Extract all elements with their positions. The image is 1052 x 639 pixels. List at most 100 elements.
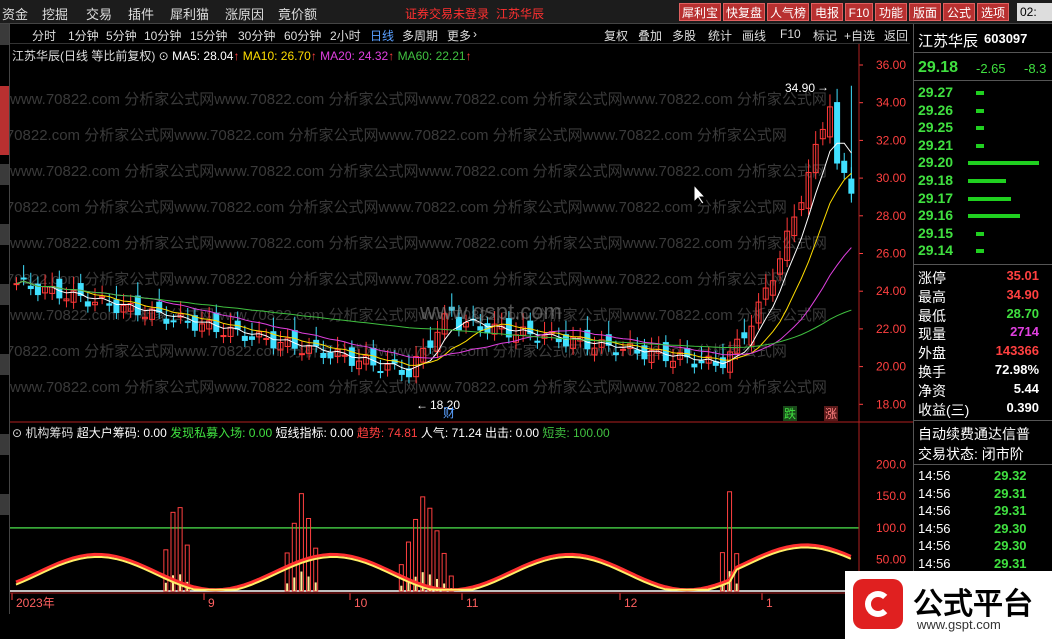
side-tab[interactable] xyxy=(0,494,9,516)
ind-item-3: 短线指标: 0.00 xyxy=(275,426,354,440)
mark-button[interactable]: 标记 xyxy=(813,27,837,44)
side-tab[interactable] xyxy=(0,164,9,186)
indicator-legend: ⊙ 机构筹码 超大户筹码: 0.00 发现私募入场: 0.00 短线指标: 0.… xyxy=(12,424,610,441)
divider xyxy=(914,52,1052,53)
price-tick: 32.00 xyxy=(876,133,906,147)
options-button[interactable]: 选项 xyxy=(977,3,1009,21)
more-chevron-icon[interactable]: › xyxy=(473,27,477,41)
tick-row: 14:56 29.31 xyxy=(918,486,1052,504)
watermark-text: www.70822.com 分析家公式网www.70822.com 分析家公式网… xyxy=(10,199,787,216)
menu-xilimao[interactable]: 犀利猫 xyxy=(170,4,209,23)
orderbook-row[interactable]: 29.20 xyxy=(918,154,1052,172)
layout-button[interactable]: 版面 xyxy=(909,3,941,21)
f10-tool-button[interactable]: F10 xyxy=(780,27,801,41)
quick-review-button[interactable]: 快复盘 xyxy=(723,3,765,21)
adjust-button[interactable]: 复权 xyxy=(604,27,628,44)
candle-body xyxy=(184,320,191,323)
divider xyxy=(914,464,1052,465)
orderbook-row[interactable]: 29.16 xyxy=(918,207,1052,225)
overlay-button[interactable]: 叠加 xyxy=(638,27,662,44)
candle-body xyxy=(534,340,541,343)
menu-auction[interactable]: 竟价额 xyxy=(278,4,317,23)
side-tab[interactable] xyxy=(0,224,9,246)
orderbook-row[interactable]: 29.26 xyxy=(918,102,1052,120)
draw-line-button[interactable]: 画线 xyxy=(742,27,766,44)
add-watchlist-button[interactable]: +自选 xyxy=(844,27,875,44)
stat-label: 涨停 xyxy=(918,270,946,286)
chart-area[interactable]: www.70822.com 分析家公式网www.70822.com 分析家公式网… xyxy=(10,44,913,614)
price-change-pct: -8.3 xyxy=(1024,61,1047,76)
multi-stock-button[interactable]: 多股 xyxy=(672,27,696,44)
menu-plugins[interactable]: 插件 xyxy=(128,4,154,23)
settings-circle-icon[interactable]: ⊙ xyxy=(12,426,25,440)
orderbook-price: 29.18 xyxy=(918,172,954,188)
function-button[interactable]: 功能 xyxy=(875,3,907,21)
tick-price: 29.32 xyxy=(994,468,1027,483)
stat-value: 28.70 xyxy=(1006,305,1039,321)
statistics-button[interactable]: 统计 xyxy=(708,27,732,44)
indicator-name[interactable]: 机构筹码 xyxy=(25,426,73,440)
side-tab-active[interactable] xyxy=(0,86,9,156)
xilibao-button[interactable]: 犀利宝 xyxy=(679,3,721,21)
candle-body xyxy=(13,283,20,286)
orderbook-price: 29.20 xyxy=(918,154,954,171)
side-tab[interactable] xyxy=(0,354,9,376)
back-button[interactable]: 返回 xyxy=(884,27,908,44)
formula-button[interactable]: 公式 xyxy=(943,3,975,21)
date-axis: 2023年 9 10 11 12 1 xyxy=(11,593,773,610)
low-arrow-icon: ← xyxy=(416,398,428,412)
candle-body xyxy=(170,320,177,323)
menu-mining[interactable]: 挖掘 xyxy=(42,4,68,23)
stat-value: 143366 xyxy=(995,343,1039,359)
period-more[interactable]: 更多 xyxy=(447,27,471,44)
price-tick: 36.00 xyxy=(876,58,906,72)
stat-value: 72.98% xyxy=(994,362,1039,377)
period-2hour[interactable]: 2小时 xyxy=(330,27,361,44)
up-arrow-icon: ↑ xyxy=(465,49,472,63)
orderbook-row[interactable]: 29.14 xyxy=(918,242,1052,260)
menu-limitup-reason[interactable]: 涨原因 xyxy=(225,4,264,23)
stat-row: 外盘 143366 xyxy=(918,343,1052,361)
date-tick: 10 xyxy=(354,596,368,610)
tick-row: 14:56 29.32 xyxy=(918,468,1052,486)
candle-body xyxy=(213,312,220,333)
settings-circle-icon[interactable]: ⊙ xyxy=(159,49,172,63)
ind-item-5: 人气: 71.24 xyxy=(420,426,482,440)
indicator-tick: 200.0 xyxy=(876,458,906,472)
stat-label: 收益(三) xyxy=(918,401,970,418)
indicator-tick: 150.0 xyxy=(876,489,906,503)
popularity-button[interactable]: 人气榜 xyxy=(767,3,809,21)
side-tab[interactable] xyxy=(0,24,9,46)
period-60min[interactable]: 60分钟 xyxy=(284,27,321,44)
candle-body xyxy=(134,295,141,316)
telegraph-button[interactable]: 电报 xyxy=(811,3,843,21)
side-tab[interactable] xyxy=(0,434,9,456)
period-30min[interactable]: 30分钟 xyxy=(238,27,275,44)
period-5min[interactable]: 5分钟 xyxy=(106,27,137,44)
period-1min[interactable]: 1分钟 xyxy=(68,27,99,44)
orderbook-row[interactable]: 29.17 xyxy=(918,190,1052,208)
quote-panel: 江苏华辰 603097 29.18 -2.65 -8.3 29.27 29.26 2… xyxy=(913,24,1052,614)
orderbook-row[interactable]: 29.15 xyxy=(918,225,1052,243)
price-tick: 26.00 xyxy=(876,247,906,261)
orderbook-row[interactable]: 29.18 xyxy=(918,172,1052,190)
stock-name-link[interactable]: 江苏华辰 xyxy=(496,5,544,22)
orderbook-row[interactable]: 29.21 xyxy=(918,137,1052,155)
orderbook-volume-bar xyxy=(976,126,984,131)
side-tab[interactable] xyxy=(0,284,9,306)
orderbook-volume-bar xyxy=(968,196,1011,201)
trade-login-notice[interactable]: 证券交易未登录 xyxy=(405,5,489,22)
period-timeshare[interactable]: 分时 xyxy=(32,27,56,44)
orderbook-price: 29.25 xyxy=(918,119,954,136)
candle-body xyxy=(398,370,405,375)
orderbook-row[interactable]: 29.25 xyxy=(918,119,1052,137)
f10-button[interactable]: F10 xyxy=(845,3,873,21)
tag-down: 跌 xyxy=(784,406,796,421)
menu-funds[interactable]: 资金 xyxy=(2,4,28,23)
period-daily[interactable]: 日线 xyxy=(370,27,394,44)
period-multi[interactable]: 多周期 xyxy=(402,27,438,44)
period-15min[interactable]: 15分钟 xyxy=(190,27,227,44)
orderbook-row[interactable]: 29.27 xyxy=(918,84,1052,102)
menu-trade[interactable]: 交易 xyxy=(86,4,112,23)
period-10min[interactable]: 10分钟 xyxy=(144,27,181,44)
